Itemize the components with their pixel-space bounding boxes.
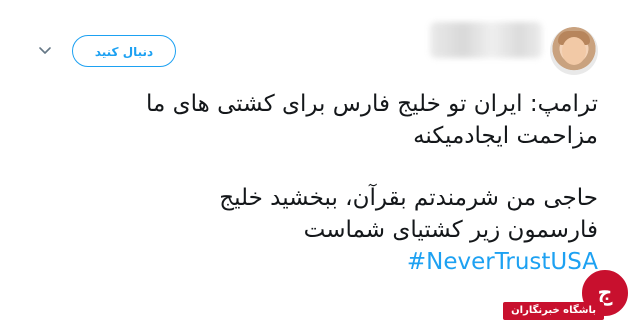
follow-button[interactable]: دنبال کنید [72,35,176,67]
blurred-username[interactable] [430,22,542,58]
tweet-text: ترامپ: ایران تو خلیج فارس برای کشتی های … [40,88,598,278]
avatar-face [562,37,586,65]
watermark-badge: ج باشگاه خبرنگاران [503,268,634,325]
tweet-line: ترامپ: ایران تو خلیج فارس برای کشتی های … [145,91,598,117]
watermark-label: باشگاه خبرنگاران [503,302,604,320]
tweet-line: حاجی من شرمندتم بقرآن، ببخشید خلیج [219,185,598,211]
chevron-down-icon[interactable] [37,42,53,58]
avatar[interactable] [550,27,598,75]
tweet-line: فارسمون زیر کشتیای شماست [303,217,598,243]
tweet-line: مزاحمت ایجادمیکنه [413,123,598,149]
